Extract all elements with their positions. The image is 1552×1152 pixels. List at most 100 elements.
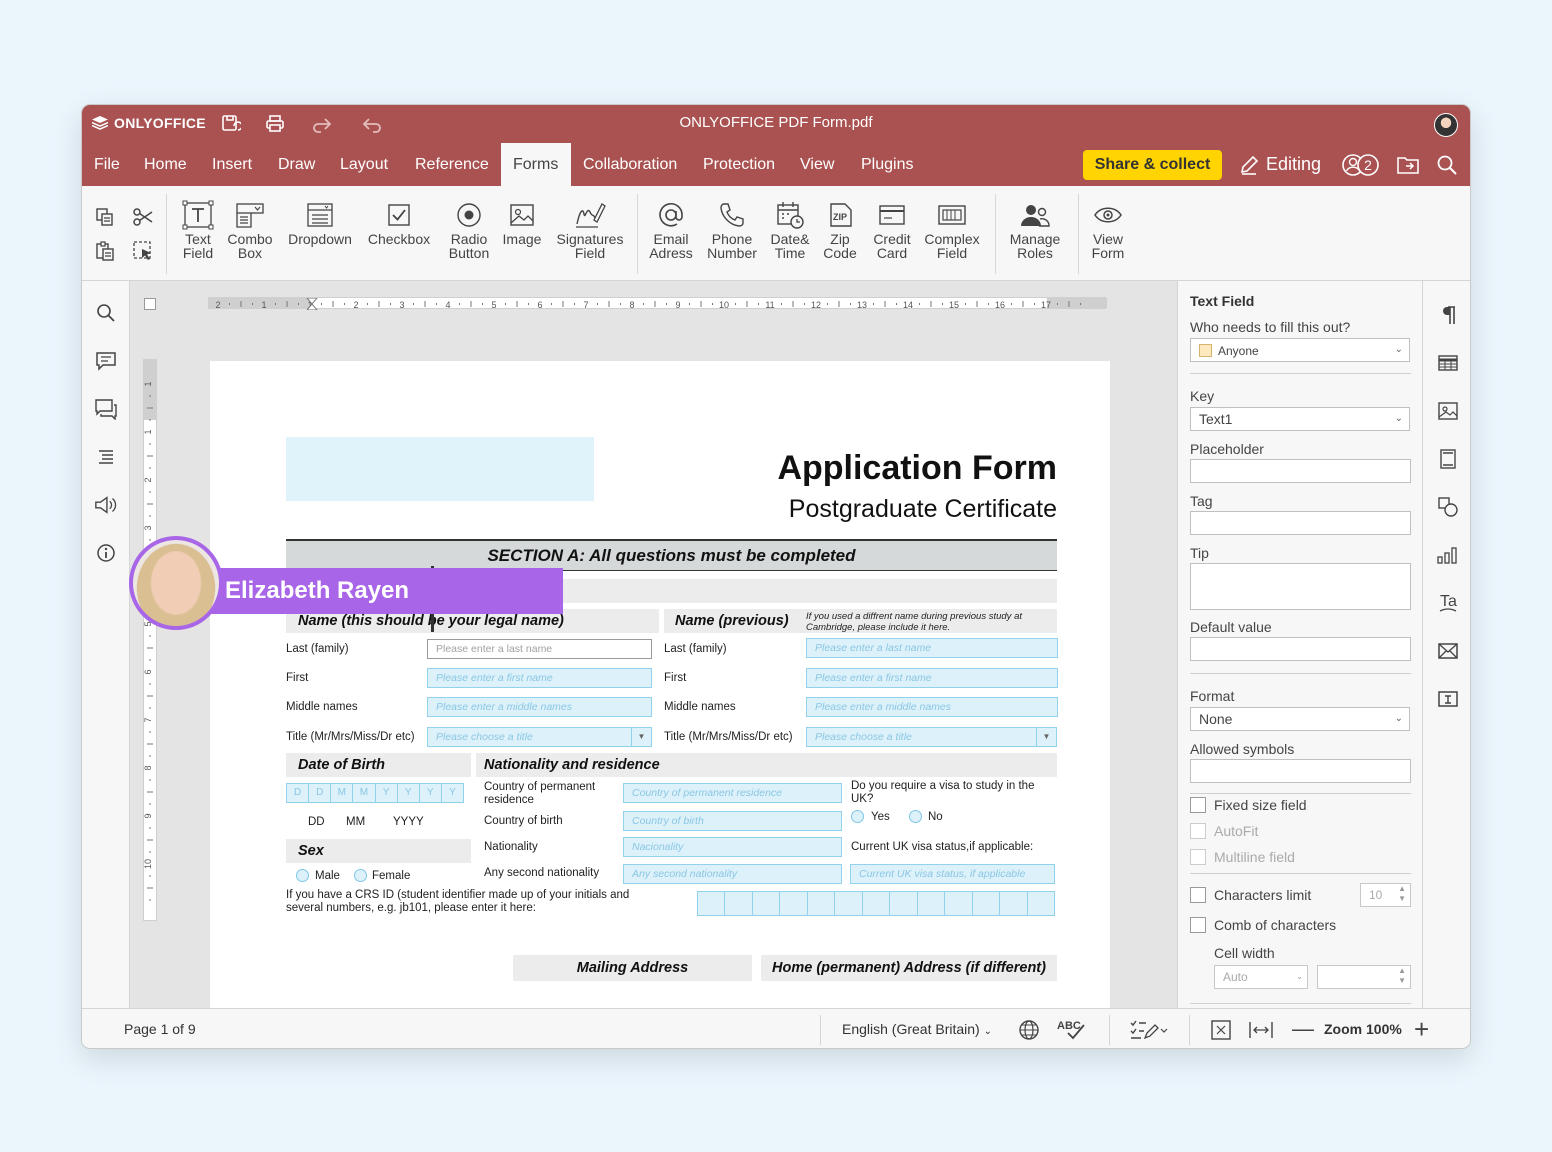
second-nationality-field[interactable]: Any second nationality: [623, 864, 842, 884]
users-icon[interactable]: 2: [1341, 152, 1381, 178]
country-perm-field[interactable]: Country of permanent residence: [623, 783, 842, 803]
chat-icon[interactable]: [94, 397, 118, 421]
autofit-checkbox[interactable]: AutoFit: [1190, 823, 1258, 839]
default-value-input[interactable]: [1190, 637, 1411, 661]
document-canvas[interactable]: 211234567891011121314151617 112345678910…: [130, 281, 1177, 1008]
prev-last-name-field[interactable]: Please enter a last name: [806, 638, 1058, 658]
tab-layout[interactable]: Layout: [328, 143, 400, 186]
spellcheck-icon[interactable]: ABC: [1056, 1017, 1086, 1044]
signatures-field-button[interactable]: Signatures Field: [554, 200, 626, 260]
speaker-icon[interactable]: [94, 493, 118, 517]
zoom-level[interactable]: Zoom 100%: [1324, 1021, 1402, 1037]
open-folder-icon[interactable]: [1395, 152, 1421, 178]
horizontal-ruler[interactable]: 2 1 1 2 3 4 5 6 7 8 9 10 11 12 13 14 15 16 17: [208, 297, 1107, 310]
zoom-out-button[interactable]: —: [1292, 1018, 1314, 1040]
prev-title-dropdown[interactable]: Please choose a title ▼: [806, 727, 1057, 747]
email-address-button[interactable]: Email Adress: [648, 200, 694, 260]
tag-input[interactable]: [1190, 511, 1411, 535]
image-settings-icon[interactable]: [1436, 399, 1460, 423]
zoom-in-button[interactable]: +: [1414, 1015, 1429, 1043]
tip-textarea[interactable]: [1190, 563, 1411, 610]
dropdown-button[interactable]: Dropdown: [285, 200, 355, 246]
complex-field-button[interactable]: Complex Field: [922, 200, 982, 260]
fit-page-icon[interactable]: [1210, 1019, 1232, 1044]
date-of-birth-field[interactable]: D D M M Y Y Y Y: [286, 783, 464, 803]
characters-limit-input[interactable]: 10 ▲ ▼: [1360, 883, 1411, 907]
table-settings-icon[interactable]: [1436, 351, 1460, 375]
prev-middle-name-field[interactable]: Please enter a middle names: [806, 697, 1058, 717]
copy-icon[interactable]: [94, 206, 116, 228]
tab-insert[interactable]: Insert: [200, 143, 264, 186]
tab-collaboration[interactable]: Collaboration: [571, 143, 689, 186]
manage-roles-button[interactable]: Manage Roles: [1006, 200, 1064, 260]
chart-settings-icon[interactable]: [1436, 543, 1460, 567]
form-settings-icon[interactable]: [1436, 687, 1460, 711]
country-birth-field[interactable]: Country of birth: [623, 811, 842, 831]
male-radio[interactable]: [296, 869, 309, 882]
paragraph-settings-icon[interactable]: [1436, 303, 1460, 327]
page-indicator[interactable]: Page 1 of 9: [124, 1021, 196, 1037]
paste-icon[interactable]: [94, 240, 116, 262]
share-collect-button[interactable]: Share & collect: [1083, 150, 1222, 180]
tab-forms[interactable]: Forms: [501, 143, 571, 186]
spinner-arrows-icon[interactable]: ▲ ▼: [1398, 966, 1406, 986]
placeholder-input[interactable]: [1190, 459, 1411, 483]
middle-name-field[interactable]: Please enter a middle names: [427, 697, 652, 717]
view-form-button[interactable]: View Form: [1088, 200, 1128, 260]
crs-id-field[interactable]: [697, 891, 1055, 916]
tab-plugins[interactable]: Plugins: [849, 143, 925, 186]
phone-number-button[interactable]: Phone Number: [706, 200, 758, 260]
tab-reference[interactable]: Reference: [403, 143, 501, 186]
tab-protection[interactable]: Protection: [691, 143, 787, 186]
visa-yes-radio[interactable]: [851, 810, 864, 823]
characters-limit-checkbox[interactable]: Characters limit: [1190, 887, 1311, 903]
shape-settings-icon[interactable]: [1436, 495, 1460, 519]
text-art-icon[interactable]: Ta: [1436, 591, 1460, 615]
editing-mode-button[interactable]: Editing: [1238, 143, 1321, 186]
globe-icon[interactable]: [1018, 1019, 1040, 1044]
female-radio[interactable]: [354, 869, 367, 882]
vertical-ruler[interactable]: 112345678910: [143, 359, 157, 921]
credit-card-button[interactable]: Credit Card: [869, 200, 915, 260]
multiline-checkbox[interactable]: Multiline field: [1190, 849, 1295, 865]
image-placeholder-field[interactable]: [286, 437, 594, 501]
key-select[interactable]: Text1 ⌄: [1190, 407, 1410, 431]
search-icon[interactable]: [1434, 152, 1460, 178]
nationality-field[interactable]: Nacionality: [623, 837, 842, 857]
track-changes-icon[interactable]: [1129, 1018, 1169, 1045]
cell-width-input[interactable]: ▲ ▼: [1317, 965, 1411, 989]
spinner-arrows-icon[interactable]: ▲ ▼: [1398, 884, 1406, 904]
tab-draw[interactable]: Draw: [266, 143, 327, 186]
fit-width-icon[interactable]: [1248, 1019, 1274, 1044]
navigation-icon[interactable]: [94, 445, 118, 469]
text-field-button[interactable]: Text Field: [180, 200, 216, 260]
visa-status-field[interactable]: Current UK visa status, if applicable: [850, 864, 1055, 884]
comb-checkbox[interactable]: Comb of characters: [1190, 917, 1336, 933]
fixed-size-checkbox[interactable]: Fixed size field: [1190, 797, 1307, 813]
comments-icon[interactable]: [94, 349, 118, 373]
format-select[interactable]: None ⌄: [1190, 707, 1410, 731]
last-name-field[interactable]: Please enter a last name: [427, 639, 652, 659]
tab-stop-selector[interactable]: [144, 298, 156, 310]
cut-icon[interactable]: [132, 206, 154, 228]
mail-merge-icon[interactable]: [1436, 639, 1460, 663]
title-dropdown[interactable]: Please choose a title ▼: [427, 727, 652, 747]
tab-view[interactable]: View: [788, 143, 846, 186]
role-select[interactable]: Anyone ⌄: [1190, 338, 1410, 362]
chevron-down-icon[interactable]: ▼: [1036, 728, 1056, 746]
info-icon[interactable]: [94, 541, 118, 565]
zip-code-button[interactable]: ZIP Zip Code: [822, 200, 858, 260]
checkbox-button[interactable]: Checkbox: [365, 200, 433, 246]
prev-first-name-field[interactable]: Please enter a first name: [806, 668, 1058, 688]
cell-width-select[interactable]: Auto ⌄: [1214, 965, 1308, 989]
first-name-field[interactable]: Please enter a first name: [427, 668, 652, 688]
search-icon[interactable]: [94, 301, 118, 325]
user-avatar[interactable]: [1434, 113, 1458, 137]
radio-button-button[interactable]: Radio Button: [446, 200, 492, 260]
date-time-button[interactable]: Date& Time: [769, 200, 811, 260]
tab-file[interactable]: File: [82, 143, 132, 186]
tab-home[interactable]: Home: [132, 143, 199, 186]
language-select[interactable]: English (Great Britain) ⌄: [842, 1021, 992, 1037]
chevron-down-icon[interactable]: ▼: [631, 728, 651, 746]
allowed-symbols-input[interactable]: [1190, 759, 1411, 783]
